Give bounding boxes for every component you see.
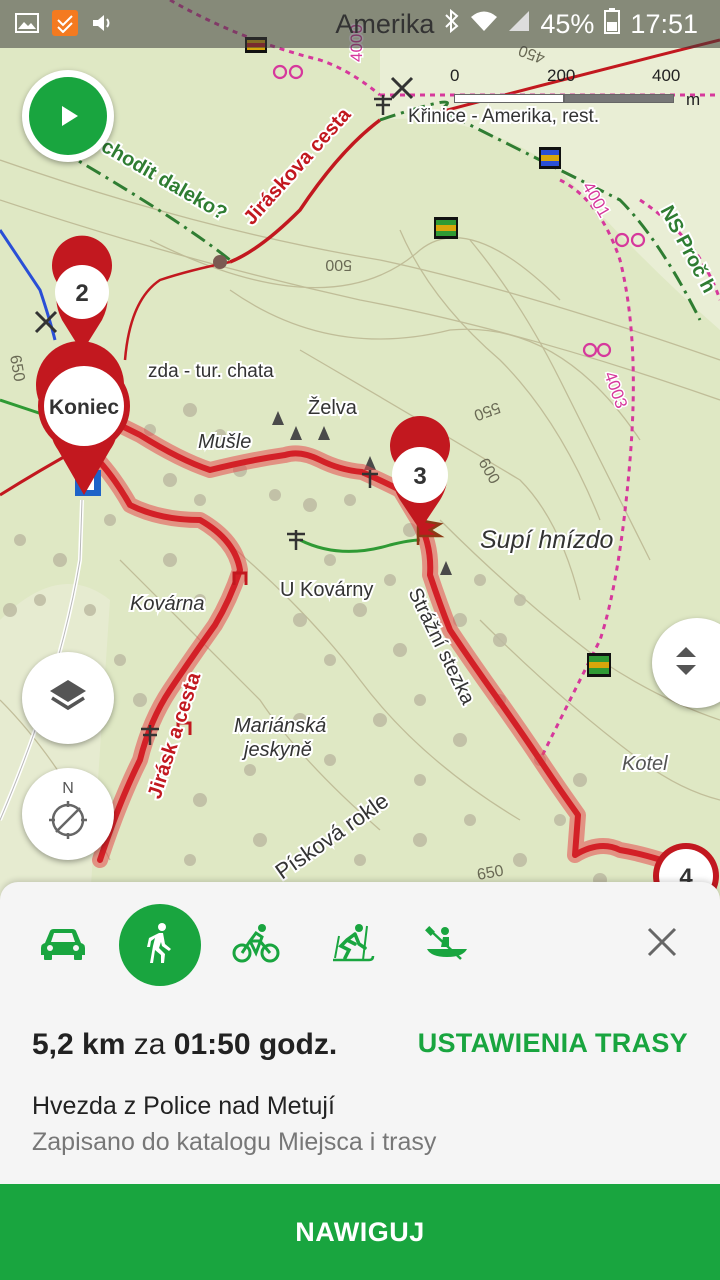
label-musle: Mušle <box>198 431 251 453</box>
bluetooth-icon <box>444 8 460 39</box>
route-distance: 5,2 km <box>32 1028 126 1061</box>
route-summary: 5,2 km za 01:50 godz. <box>32 1028 337 1062</box>
battery-icon <box>604 8 621 40</box>
label-marianska-2: jeskyně <box>241 739 312 761</box>
scale-bar: 0 200 400 m <box>440 66 700 116</box>
compass-icon: N <box>36 780 100 846</box>
transport-mode-selector <box>0 904 720 986</box>
compass-north-label: N <box>62 780 74 797</box>
volume-icon <box>90 10 116 36</box>
label-hvezda: zda - tur. chata <box>148 361 274 382</box>
mode-bike-button[interactable] <box>215 904 297 986</box>
walk-icon <box>145 922 175 969</box>
layers-icon <box>46 676 90 721</box>
arrows-icon <box>673 643 699 684</box>
scale-unit: m <box>686 90 701 109</box>
route-marker-3-label: 3 <box>413 463 426 490</box>
scale-label-400: 400 <box>652 66 681 85</box>
route-marker-end-label: Koniec <box>49 396 119 419</box>
label-contour-500: 500 <box>325 256 352 273</box>
layers-button[interactable] <box>22 652 114 744</box>
status-bar: Amerika 45% 17:51 <box>0 0 720 48</box>
mode-canoe-button[interactable] <box>406 904 488 986</box>
close-button[interactable] <box>640 922 684 966</box>
play-button[interactable] <box>22 70 114 162</box>
label-kovarna: Kovárna <box>130 593 205 615</box>
mode-car-button[interactable] <box>22 904 104 986</box>
ski-icon <box>327 922 375 969</box>
wifi-icon <box>470 10 498 38</box>
signal-icon <box>508 10 530 38</box>
car-icon <box>39 925 87 966</box>
route-marker-2-label: 2 <box>75 280 88 307</box>
scale-label-0: 0 <box>450 66 460 85</box>
route-title: Hvezda z Police nad Metují <box>32 1092 335 1120</box>
label-marianska-1: Mariánská <box>234 715 326 737</box>
label-u-kovarny: U Kovárny <box>280 579 373 601</box>
label-supi: Supí hnízdo <box>480 526 614 554</box>
image-icon <box>14 10 40 36</box>
clock: 17:51 <box>630 8 698 39</box>
route-summary-connector: za <box>133 1028 166 1061</box>
battery-level: 45% <box>540 8 595 39</box>
route-saved-note: Zapisano do katalogu Miejsca i trasy <box>32 1128 437 1156</box>
route-settings-link[interactable]: USTAWIENIA TRASY <box>418 1028 688 1059</box>
play-icon <box>29 77 107 155</box>
label-zelva: Želva <box>308 396 358 419</box>
canoe-icon <box>423 925 471 966</box>
route-duration: 01:50 godz. <box>173 1028 338 1061</box>
close-icon <box>647 927 677 962</box>
scale-label-200: 200 <box>547 66 576 85</box>
app-icon <box>52 10 78 36</box>
bike-icon <box>232 923 280 968</box>
carrier-name: Amerika <box>335 8 435 39</box>
mode-walk-button[interactable] <box>119 904 201 986</box>
label-kotel: Kotel <box>622 753 668 775</box>
compass-button[interactable]: N <box>22 768 114 860</box>
navigate-button[interactable]: NAWIGUJ <box>0 1184 720 1280</box>
mode-ski-button[interactable] <box>310 904 392 986</box>
